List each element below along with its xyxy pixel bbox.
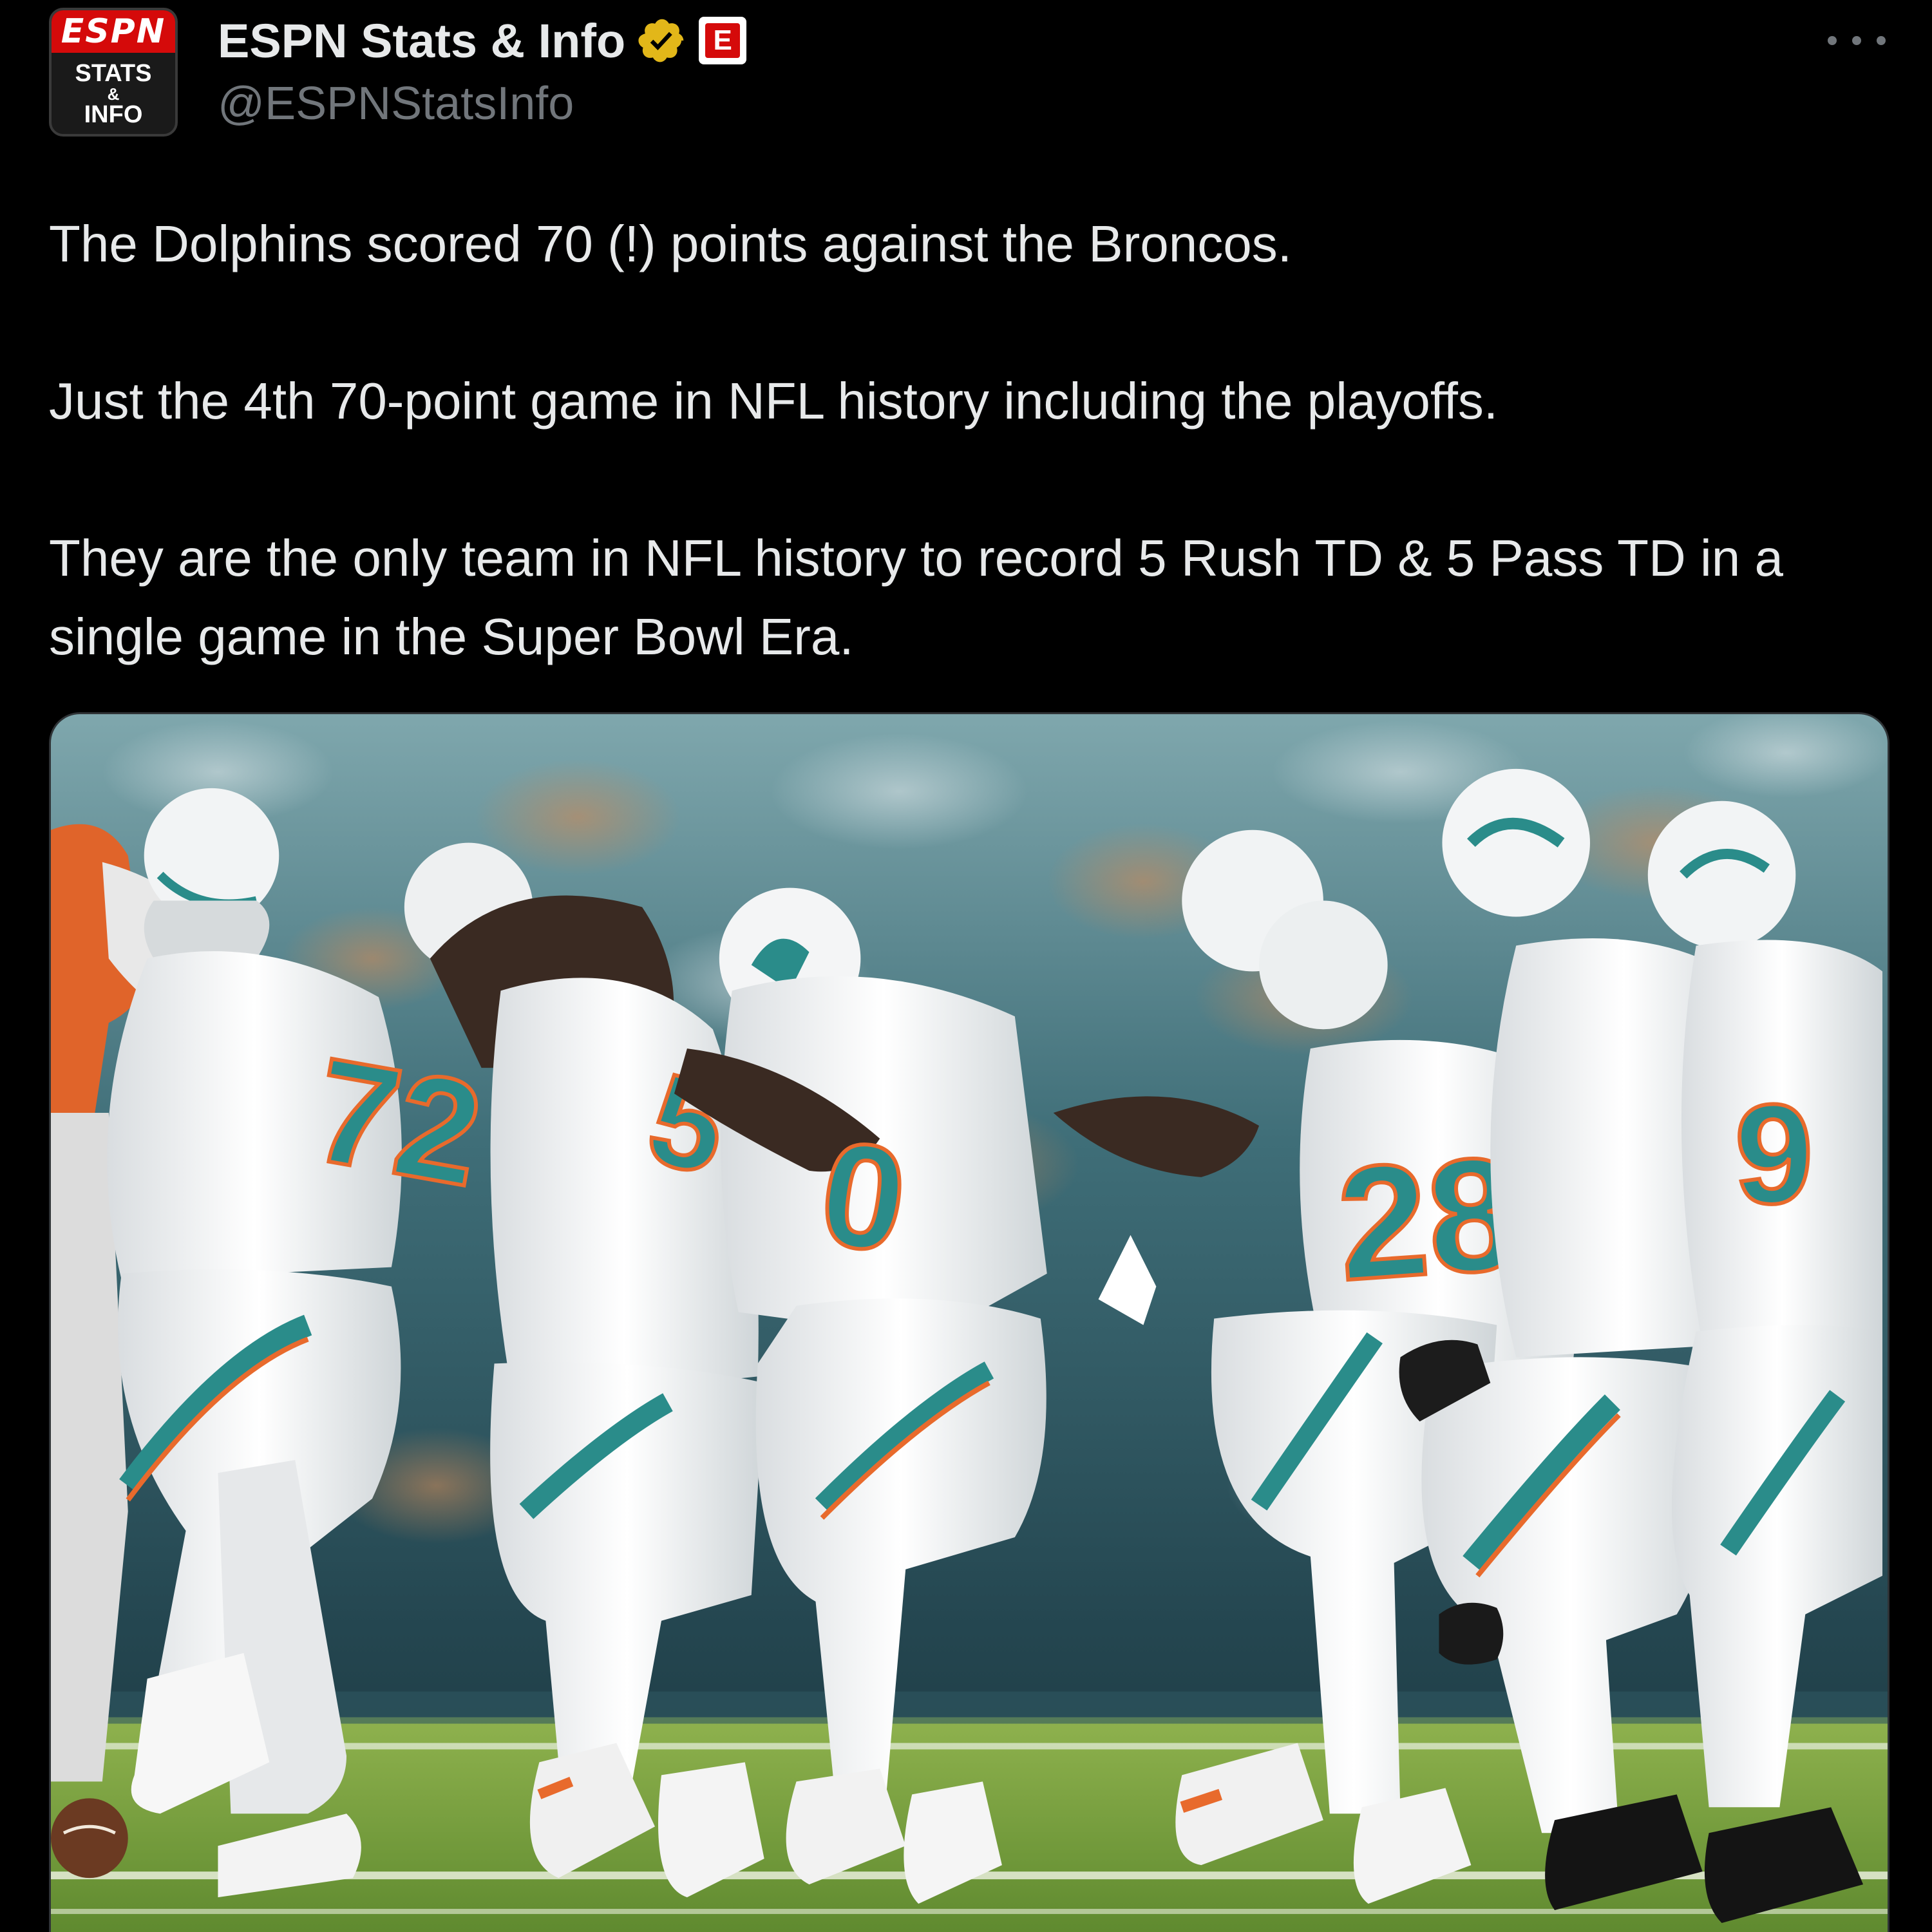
football [51, 1798, 128, 1879]
author-name-row: ESPN Stats & Info E [218, 12, 747, 70]
ellipsis-dot-icon [1877, 36, 1886, 45]
tweet-paragraph: Just the 4th 70-point game in NFL histor… [49, 372, 1499, 430]
ellipsis-dot-icon [1852, 36, 1861, 45]
verified-badge-icon[interactable] [637, 15, 687, 66]
dolphins-celebration-photo: 72 5 0 28 9 [51, 714, 1888, 1932]
avatar[interactable]: ESPN STATS & INFO [49, 8, 178, 137]
tweet-paragraph: The Dolphins scored 70 (!) points agains… [49, 215, 1292, 272]
tweet-text: The Dolphins scored 70 (!) points agains… [49, 205, 1891, 676]
avatar-caption: STATS & INFO [52, 61, 175, 128]
tweet-card: ESPN STATS & INFO ESPN Stats & Info E @E… [0, 0, 1932, 1932]
svg-text:9: 9 [1734, 1075, 1813, 1233]
avatar-caption-line2: & [107, 84, 120, 104]
avatar-caption-line3: INFO [84, 101, 143, 128]
author-display-name[interactable]: ESPN Stats & Info [218, 14, 625, 68]
espn-logo: ESPN [52, 10, 175, 53]
svg-text:72: 72 [303, 1026, 493, 1218]
author-handle[interactable]: @ESPNStatsInfo [218, 77, 574, 130]
avatar-caption-line1: STATS [75, 60, 152, 87]
tweet-paragraph: They are the only team in NFL history to… [49, 529, 1784, 665]
affiliate-badge-letter: E [705, 23, 741, 58]
affiliate-badge-icon[interactable]: E [699, 17, 747, 64]
more-options-button[interactable] [1828, 24, 1886, 57]
ellipsis-dot-icon [1828, 36, 1837, 45]
tweet-photo[interactable]: 72 5 0 28 9 [49, 712, 1889, 1932]
